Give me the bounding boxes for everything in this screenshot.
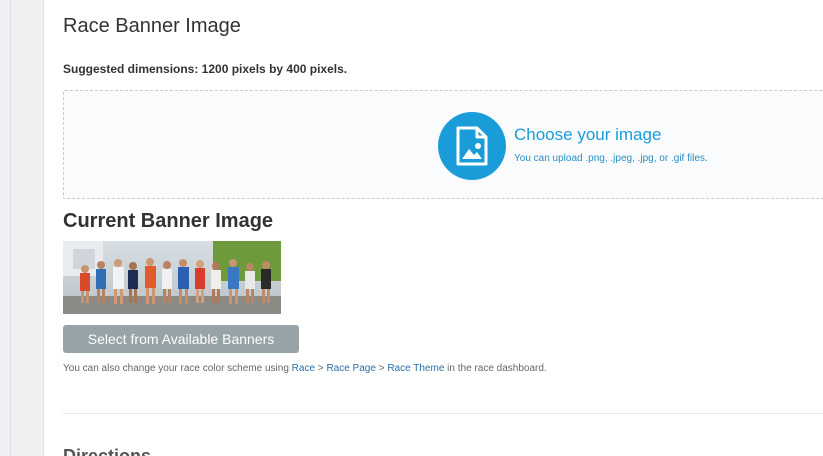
image-upload-dropzone[interactable]: Choose your image You can upload .png, .…: [63, 90, 823, 199]
left-rail: [0, 0, 44, 456]
color-scheme-note: You can also change your race color sche…: [63, 363, 547, 374]
upload-icon-circle[interactable]: [438, 112, 506, 180]
race-page-link[interactable]: Race Page: [326, 363, 375, 374]
directions-heading: Directions: [63, 446, 152, 456]
breadcrumb-separator: >: [375, 363, 388, 374]
upload-formats-text: You can upload .png, .jpeg, .jpg, or .gi…: [514, 153, 708, 164]
select-available-banners-button[interactable]: Select from Available Banners: [63, 325, 299, 353]
current-banner-thumbnail: [63, 241, 281, 314]
app-shell: Race Banner Image Suggested dimensions: …: [0, 0, 823, 456]
breadcrumb-separator: >: [315, 363, 327, 374]
note-prefix: You can also change your race color sche…: [63, 363, 292, 374]
dimensions-hint: Suggested dimensions: 1200 pixels by 400…: [63, 62, 348, 76]
current-banner-title: Current Banner Image: [63, 210, 274, 232]
race-link[interactable]: Race: [292, 363, 315, 374]
note-suffix: in the race dashboard.: [444, 363, 547, 374]
section-divider: [63, 413, 823, 414]
banner-settings-panel: Race Banner Image Suggested dimensions: …: [44, 0, 823, 456]
section-title: Race Banner Image: [63, 15, 241, 37]
choose-image-link[interactable]: Choose your image: [514, 125, 661, 145]
image-file-icon: [456, 126, 488, 166]
race-theme-link[interactable]: Race Theme: [387, 363, 444, 374]
